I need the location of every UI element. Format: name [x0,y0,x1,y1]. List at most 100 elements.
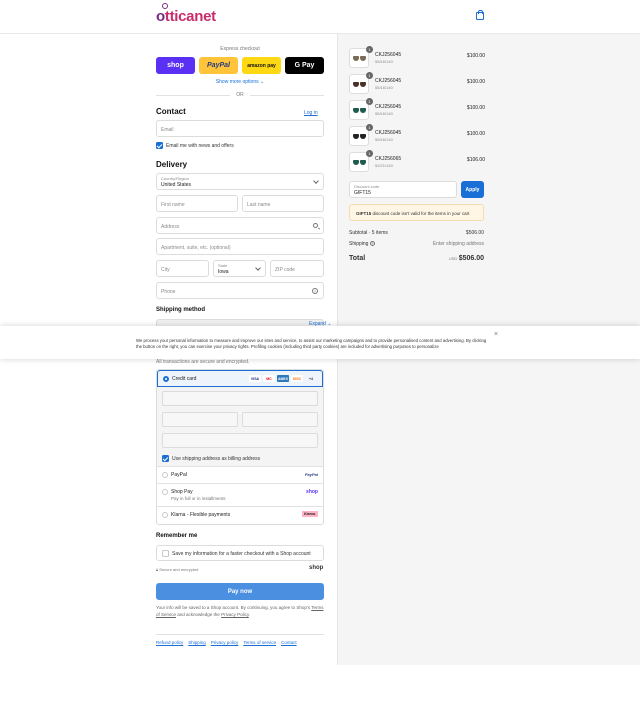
subtotal-row: Subtotal · 5 items $506.00 [349,230,484,236]
city-field[interactable]: City [156,260,209,277]
privacy-policy-link[interactable]: Privacy Policy [221,612,249,617]
shop-pay-option[interactable]: Shop Pay Pay in full or in installments … [157,484,323,507]
shop-pay-button[interactable]: shop [156,57,195,74]
help-icon[interactable]: ? [312,288,318,294]
terms-text-1: Your info will be saved to a Shop accoun… [156,605,311,610]
contact-heading: Contact [156,107,186,116]
apply-button[interactable]: Apply [461,181,484,198]
currency-label: USD [448,256,458,261]
otticanet-logo[interactable]: otticanet [156,3,216,25]
close-icon[interactable]: × [494,331,498,338]
google-pay-button[interactable]: G Pay [285,57,324,74]
card-number-field[interactable] [162,391,318,406]
item-price: $100.00 [466,105,485,111]
show-more-options-link[interactable]: Show more options ⌄ [156,79,324,85]
klarna-option[interactable]: Klarna - Flexible payments Klarna. [157,507,323,524]
payment-methods: Credit card VISA MC AMEX DISC +4 Use shi… [156,369,324,525]
address-field[interactable]: Address [156,217,324,234]
amazon-pay-button[interactable]: amazon pay [242,57,281,74]
cart-item: 1 CKJ256045 55/16/140 $100.00 [349,124,485,146]
visa-icon: VISA [249,375,261,382]
shop-pay-radio[interactable] [162,489,168,495]
shipping-link[interactable]: Shipping [188,640,206,645]
first-name-field[interactable]: First name [156,195,238,212]
pay-now-button[interactable]: Pay now [156,583,324,600]
cart-item: 1 CKJ256045 55/16/140 $100.00 [349,72,485,94]
klarna-label: Klarna - Flexible payments [171,512,231,518]
quantity-badge: 1 [366,124,373,131]
terms-of-service-footer-link[interactable]: Terms of service [243,640,276,645]
email-news-checkbox[interactable] [156,142,163,149]
discount-code-field[interactable]: Discount code GIFT15 [349,181,457,198]
product-thumbnail: 1 [349,150,373,172]
email-field[interactable]: Email [156,120,324,137]
paypal-logo-icon: PayPal [304,472,318,477]
country-value: United States [161,182,192,188]
shopping-bag-icon[interactable] [476,10,484,20]
item-price: $100.00 [466,131,485,137]
shipping-value: Enter shipping address [432,241,484,247]
secured-text: Secure and encrypted [159,567,199,572]
item-price: $100.00 [466,53,485,59]
state-value: Iowa [218,269,229,275]
card-cvv-field[interactable] [242,412,318,427]
discount-alert: GIFT15 discount code isn't valid for the… [349,204,484,221]
mastercard-icon: MC [263,375,275,382]
item-price: $100.00 [466,79,485,85]
apartment-field[interactable]: Apartment, suite, etc. (optional) [156,238,324,255]
discount-value: GIFT15 [354,190,371,196]
sunglasses-icon [353,108,366,113]
paypal-radio[interactable] [162,472,168,478]
first-name-placeholder: First name [161,202,185,208]
footer-links: Refund policy Shipping Privacy policy Te… [156,640,297,645]
terms-text: Your info will be saved to a Shop accoun… [156,605,326,618]
country-select[interactable]: Country/Region United States [156,173,324,190]
klarna-logo-icon: Klarna. [302,511,318,517]
zip-field[interactable]: ZIP code [270,260,324,277]
card-name-field[interactable] [162,433,318,448]
product-thumbnail: 1 [349,72,373,94]
remember-me-box: Save my information for a faster checkou… [156,545,324,561]
card-fields: Use shipping address as billing address [157,387,323,467]
phone-field[interactable]: Phone ? [156,282,324,299]
secured-note: 🔒︎ Secure and encrypted [156,567,198,572]
sunglasses-icon [353,160,366,165]
remember-me-heading: Remember me [156,533,198,539]
search-icon [313,223,318,228]
shop-pay-label: Shop Pay [171,489,193,495]
state-select[interactable]: State Iowa [213,260,266,277]
cart-item: 1 CKJ256045 55/16/140 $100.00 [349,98,485,120]
last-name-field[interactable]: Last name [242,195,324,212]
chevron-down-icon [313,178,319,184]
item-size: 55/16/140 [375,111,393,116]
refund-policy-link[interactable]: Refund policy [156,640,183,645]
item-size: 55/16/140 [375,59,393,64]
delivery-heading: Delivery [156,160,188,169]
item-size: 52/21/140 [375,163,393,168]
card-expiry-field[interactable] [162,412,238,427]
city-placeholder: City [161,267,170,273]
billing-same-checkbox[interactable] [162,455,169,462]
shop-pay-logo-icon: shop [306,489,318,495]
total-label: Total [349,255,366,262]
info-icon[interactable]: ? [369,241,375,247]
cart-item: 1 CKJ256065 52/21/140 $106.00 [349,150,485,172]
paypal-option[interactable]: PayPal PayPal [157,467,323,484]
privacy-policy-footer-link[interactable]: Privacy policy [211,640,239,645]
remember-checkbox[interactable] [162,550,169,557]
quantity-badge: 1 [366,46,373,53]
contact-link[interactable]: Contact [281,640,297,645]
klarna-radio[interactable] [162,512,168,518]
alert-text: GIFT15 discount code isn't valid for the… [356,211,469,216]
paypal-button[interactable]: PayPal [199,57,238,74]
amex-icon: AMEX [277,375,289,382]
product-thumbnail: 1 [349,124,373,146]
login-link[interactable]: Log in [304,110,318,116]
shop-logo: shop [309,565,324,571]
credit-card-radio[interactable] [163,376,169,382]
shop-pay-sub: Pay in full or in installments [171,496,226,501]
header: otticanet [0,0,640,34]
credit-card-option[interactable]: Credit card VISA MC AMEX DISC +4 [157,370,323,387]
discount-label: Discount code [354,184,380,189]
item-size: 55/16/140 [375,137,393,142]
